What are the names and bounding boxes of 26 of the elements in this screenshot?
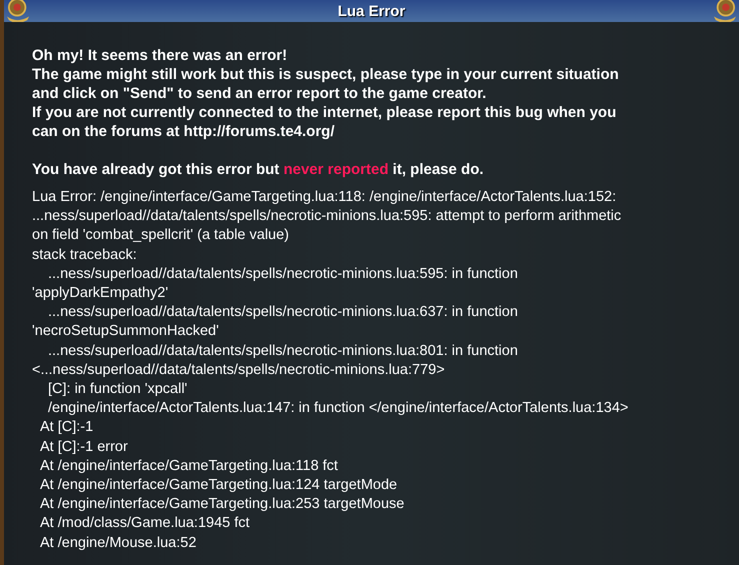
traceback-line: ...ness/superload//data/talents/spells/necrotic-minions.lua:595: in function [47, 264, 519, 284]
traceback-line: <...ness/superload//data/talents/spells/necrotic-minions.lua:779> [32, 360, 446, 380]
traceback-line: stack traceback: [32, 246, 138, 265]
traceback-line: ...ness/superload//data/talents/spells/necrotic-minions.lua:595: attempt to perform arithmetic [32, 207, 622, 226]
traceback-line: [C]: in function 'xpcall' [47, 380, 188, 400]
traceback-line: At /engine/interface/GameTargeting.lua:253 targetMouse [39, 495, 406, 514]
traceback-line: 'necroSetupSummonHacked' [32, 322, 220, 342]
window-title: Lua Error [338, 2, 406, 20]
notice-text: You have already got this error but never reported it, please do. [32, 160, 485, 179]
traceback-line: At /engine/Mouse.lua:52 [39, 534, 198, 553]
traceback-line: ...ness/superload//data/talents/spells/necrotic-minions.lua:801: in function [47, 342, 519, 361]
intro-text: can on the forums at http://forums.te4.org/ [32, 122, 336, 141]
traceback-line: At /mod/class/Game.lua:1945 fct [39, 514, 251, 534]
traceback-line: At /engine/interface/GameTargeting.lua:124 targetMode [39, 476, 398, 496]
intro-text: and click on "Send" to send an error report to the game creator. [32, 84, 488, 103]
traceback-line: on field 'combat_spellcrit' (a table value) [32, 226, 290, 246]
traceback-line: 'applyDarkEmpathy2' [32, 284, 170, 304]
intro-text: Oh my! It seems there was an error! [32, 46, 288, 65]
traceback-line: At [C]:-1 error [39, 438, 129, 457]
traceback-line: At [C]:-1 [39, 418, 94, 438]
traceback-line: Lua Error: /engine/interface/GameTargeting.lua:118: /engine/interface/ActorTalents.lua:152: [32, 188, 618, 207]
intro-text: The game might still work but this is suspect, please type in your current situation [32, 65, 620, 84]
traceback-line: At /engine/interface/GameTargeting.lua:118 fct [39, 456, 339, 476]
intro-text: If you are not currently connected to the internet, please report this bug when you [32, 103, 618, 122]
traceback-line: /engine/interface/ActorTalents.lua:147: in function </engine/interface/ActorTalents.lua:134> [47, 399, 630, 418]
traceback-line: ...ness/superload//data/talents/spells/necrotic-minions.lua:637: in function [47, 303, 519, 322]
